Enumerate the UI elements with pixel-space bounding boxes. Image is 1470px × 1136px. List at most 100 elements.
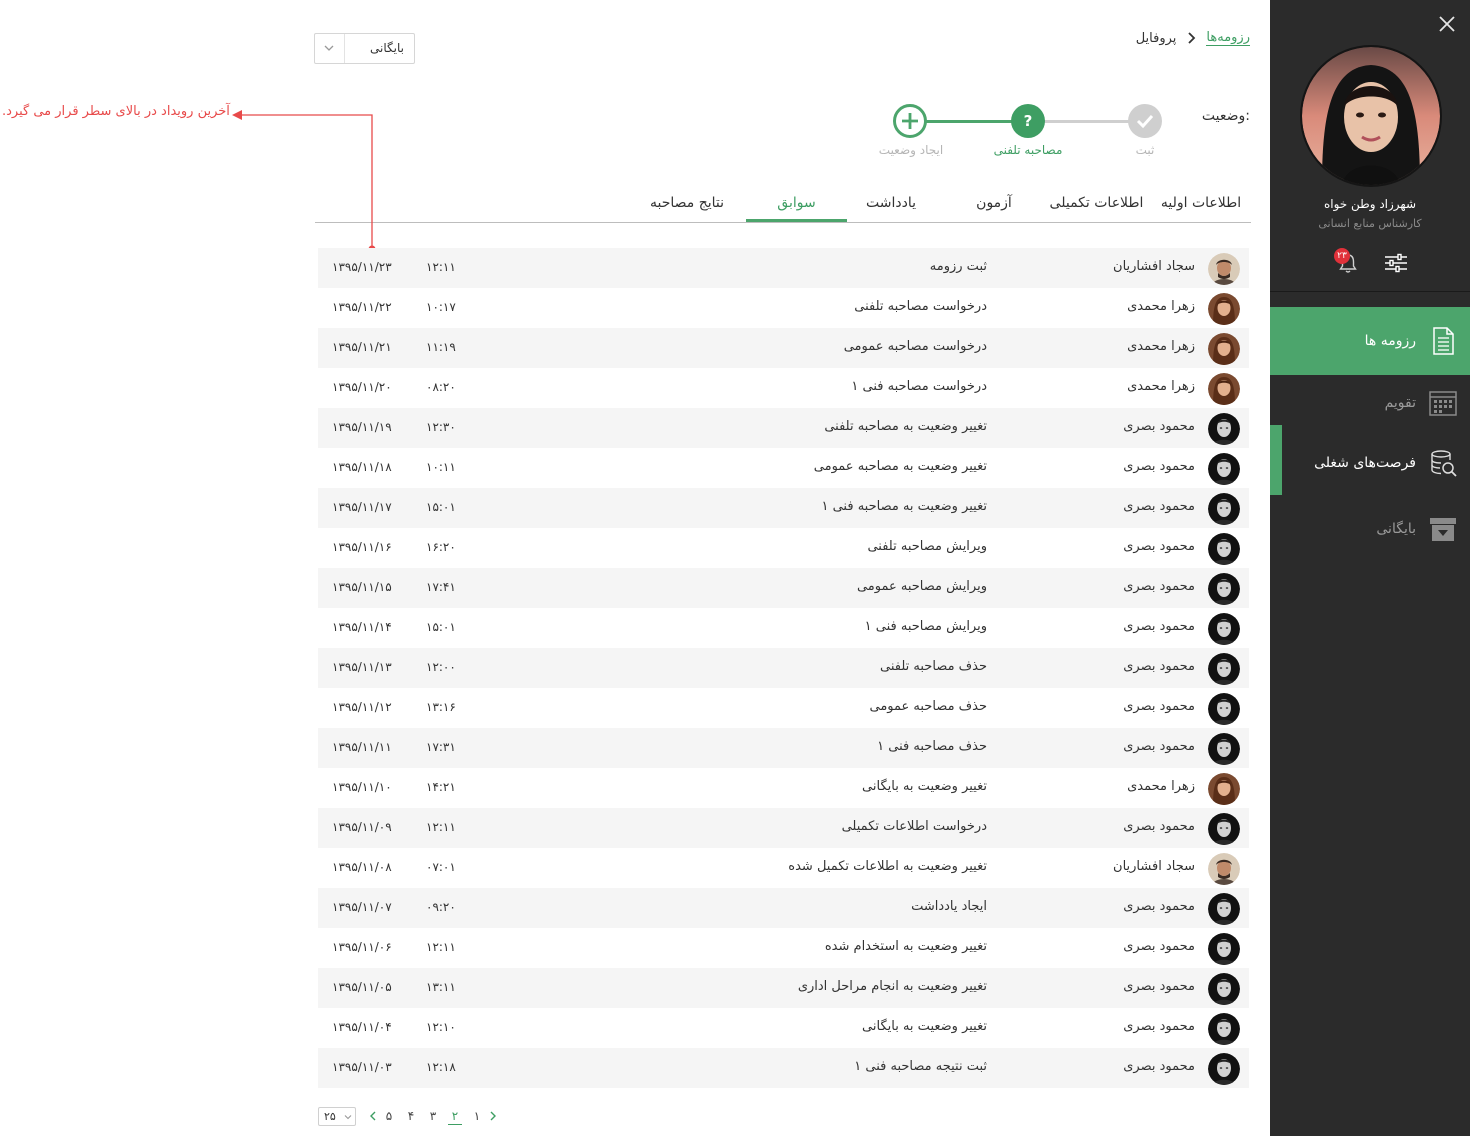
row-event: ثبت نتیجه مصاحبه فنی ۱ [854, 1059, 987, 1074]
profile-role: کارشناس منابع انسانی [1318, 217, 1422, 230]
avatar [1208, 1013, 1240, 1045]
table-row[interactable]: سجاد افشاریان ثبت رزومه ۱۲:۱۱ ۱۳۹۵/۱۱/۲۳ [318, 248, 1249, 288]
filter-sliders-icon[interactable] [1384, 253, 1408, 273]
table-row[interactable]: محمود بصری تغییر وضعیت به استخدام شده ۱۲:۱… [318, 928, 1249, 968]
row-time: ۱۱:۱۹ [426, 340, 456, 354]
row-user: محمود بصری [1123, 659, 1195, 674]
row-event: تغییر وضعیت به اطلاعات تکمیل شده [788, 859, 987, 874]
tab-basic-info[interactable]: اطلاعات اولیه [1151, 186, 1251, 222]
sidebar: شهرزاد وطن خواه کارشناس منابع انسانی ۲۳ … [1270, 0, 1470, 1136]
row-date: ۱۳۹۵/۱۱/۱۷ [332, 500, 392, 514]
avatar [1208, 893, 1240, 925]
table-row[interactable]: محمود بصری حذف مصاحبه فنی ۱ ۱۷:۳۱ ۱۳۹۵/۱۱/۱… [318, 728, 1249, 768]
row-date: ۱۳۹۵/۱۱/۰۶ [332, 940, 392, 954]
chevron-down-icon [324, 45, 334, 51]
table-row[interactable]: سجاد افشاریان تغییر وضعیت به اطلاعات تکمی… [318, 848, 1249, 888]
table-row[interactable]: محمود بصری حذف مصاحبه تلفنی ۱۲:۰۰ ۱۳۹۵/۱۱/۱… [318, 648, 1249, 688]
row-user: سجاد افشاریان [1113, 259, 1195, 274]
row-user: محمود بصری [1123, 739, 1195, 754]
calendar-icon [1429, 391, 1457, 416]
row-time: ۱۲:۱۰ [426, 1020, 456, 1034]
pager-next-icon[interactable] [488, 1110, 498, 1122]
row-date: ۱۳۹۵/۱۱/۱۰ [332, 780, 392, 794]
row-event: درخواست مصاحبه تلفنی [854, 299, 987, 314]
row-user: محمود بصری [1123, 979, 1195, 994]
row-time: ۱۷:۳۱ [426, 740, 456, 754]
chevron-down-icon [344, 1115, 352, 1120]
table-row[interactable]: زهرا محمدی درخواست مصاحبه فنی ۱ ۰۸:۲۰ ۱۳۹۵/… [318, 368, 1249, 408]
notification-badge: ۲۳ [1334, 248, 1350, 264]
table-row[interactable]: محمود بصری تغییر وضعیت به بایگانی ۱۲:۱۰ ۱۳۹… [318, 1008, 1249, 1048]
avatar [1208, 773, 1240, 805]
table-row[interactable]: زهرا محمدی درخواست مصاحبه تلفنی ۱۰:۱۷ ۱۳۹۵/… [318, 288, 1249, 328]
avatar [1208, 1053, 1240, 1085]
tab-notes[interactable]: یادداشت [847, 186, 935, 222]
tab-history[interactable]: سوابق [746, 186, 847, 222]
row-time: ۱۲:۳۰ [426, 420, 456, 434]
table-row[interactable]: محمود بصری تغییر وضعیت به انجام مراحل ادا… [318, 968, 1249, 1008]
row-event: ویرایش مصاحبه فنی ۱ [864, 619, 987, 634]
row-date: ۱۳۹۵/۱۱/۱۶ [332, 540, 392, 554]
step-create-status[interactable] [893, 104, 927, 138]
avatar [1208, 733, 1240, 765]
row-time: ۱۲:۰۰ [426, 660, 456, 674]
table-row[interactable]: محمود بصری ایجاد یادداشت ۰۹:۲۰ ۱۳۹۵/۱۱/۰۷ [318, 888, 1249, 928]
avatar [1208, 533, 1240, 565]
tab-exam[interactable]: آزمون [961, 186, 1027, 222]
nav-item-jobs[interactable]: فرصت‌های شغلی [1270, 430, 1470, 496]
table-row[interactable]: زهرا محمدی درخواست مصاحبه عمومی ۱۱:۱۹ ۱۳۹۵/… [318, 328, 1249, 368]
nav-item-calendar[interactable]: تقویم [1270, 370, 1470, 436]
page-3[interactable]: ۳ [426, 1108, 440, 1124]
row-event: درخواست مصاحبه عمومی [843, 339, 987, 354]
row-user: محمود بصری [1123, 419, 1195, 434]
dropdown-divider [344, 34, 345, 63]
step-registered[interactable] [1128, 104, 1162, 138]
tab-interview-results[interactable]: نتایج مصاحبه [637, 186, 737, 222]
row-date: ۱۳۹۵/۱۱/۲۱ [332, 340, 392, 354]
table-row[interactable]: محمود بصری ثبت نتیجه مصاحبه فنی ۱ ۱۲:۱۸ ۱۳۹… [318, 1048, 1249, 1088]
row-time: ۱۶:۲۰ [426, 540, 456, 554]
nav-item-archive[interactable]: بایگانی [1270, 496, 1470, 562]
row-event: تغییر وضعیت به مصاحبه تلفنی [824, 419, 987, 434]
table-row[interactable]: محمود بصری ویرایش مصاحبه فنی ۱ ۱۵:۰۱ ۱۳۹۵/۱… [318, 608, 1249, 648]
pager-prev-icon[interactable] [368, 1110, 378, 1122]
row-time: ۱۰:۱۱ [426, 460, 456, 474]
breadcrumb-resumes-link[interactable]: رزومه‌ها [1206, 30, 1250, 46]
archive-dropdown[interactable]: بایگانی [314, 33, 415, 64]
row-date: ۱۳۹۵/۱۱/۰۹ [332, 820, 392, 834]
row-time: ۱۲:۱۱ [426, 940, 456, 954]
row-date: ۱۳۹۵/۱۱/۰۵ [332, 980, 392, 994]
page-2[interactable]: ۲ [448, 1108, 462, 1125]
row-event: تغییر وضعیت به استخدام شده [824, 939, 987, 954]
page-1[interactable]: ۱ [470, 1108, 484, 1124]
row-time: ۱۳:۱۱ [426, 980, 456, 994]
row-date: ۱۳۹۵/۱۱/۱۵ [332, 580, 392, 594]
page-5[interactable]: ۵ [382, 1108, 396, 1124]
table-row[interactable]: محمود بصری تغییر وضعیت به مصاحبه فنی ۱ ۱۵:… [318, 488, 1249, 528]
nav-item-resumes[interactable]: رزومه ها [1270, 307, 1470, 375]
page-4[interactable]: ۴ [404, 1108, 418, 1124]
row-date: ۱۳۹۵/۱۱/۰۸ [332, 860, 392, 874]
table-row[interactable]: محمود بصری ویرایش مصاحبه عمومی ۱۷:۴۱ ۱۳۹۵/۱… [318, 568, 1249, 608]
table-row[interactable]: محمود بصری ویرایش مصاحبه تلفنی ۱۶:۲۰ ۱۳۹۵/۱… [318, 528, 1249, 568]
avatar [1208, 853, 1240, 885]
status-label: وضعیت: [1201, 108, 1250, 124]
row-event: تغییر وضعیت به بایگانی [862, 1019, 987, 1034]
row-user: محمود بصری [1123, 819, 1195, 834]
table-row[interactable]: محمود بصری تغییر وضعیت به مصاحبه عمومی ۱۰:… [318, 448, 1249, 488]
row-time: ۰۷:۰۱ [426, 860, 456, 874]
jobs-search-icon [1431, 450, 1457, 477]
archive-dropdown-label: بایگانی [370, 41, 404, 55]
step-phone-interview[interactable]: ? [1011, 104, 1045, 138]
table-row[interactable]: محمود بصری تغییر وضعیت به مصاحبه تلفنی ۱۲:… [318, 408, 1249, 448]
tab-extra-info[interactable]: اطلاعات تکمیلی [1044, 186, 1149, 222]
table-row[interactable]: زهرا محمدی تغییر وضعیت به بایگانی ۱۴:۲۱ ۱۳۹… [318, 768, 1249, 808]
row-user: محمود بصری [1123, 699, 1195, 714]
table-row[interactable]: محمود بصری درخواست اطلاعات تکمیلی ۱۲:۱۱ ۱۳۹… [318, 808, 1249, 848]
close-icon[interactable] [1438, 15, 1456, 33]
row-user: زهرا محمدی [1127, 779, 1195, 794]
page-size-select[interactable]: ۲۵ [318, 1107, 356, 1126]
check-icon [1136, 114, 1154, 129]
table-row[interactable]: محمود بصری حذف مصاحبه عمومی ۱۳:۱۶ ۱۳۹۵/۱۱/۱… [318, 688, 1249, 728]
row-time: ۱۵:۰۱ [426, 500, 456, 514]
